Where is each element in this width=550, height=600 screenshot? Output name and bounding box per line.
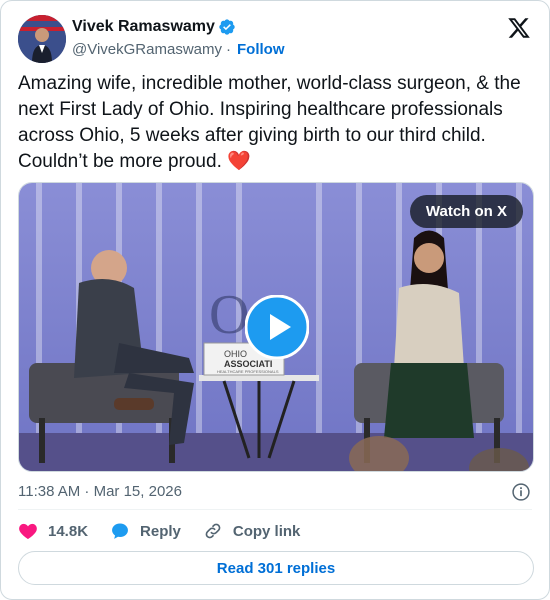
svg-text:O: O: [209, 284, 249, 346]
play-icon[interactable]: [245, 295, 309, 359]
author-name-row: Vivek Ramaswamy: [72, 17, 236, 37]
verified-badge-icon: [219, 19, 235, 35]
heart-emoji: ❤️: [227, 151, 251, 172]
divider: [18, 509, 532, 510]
banner-association: ASSOCIATI: [224, 359, 272, 369]
reply-label: Reply: [140, 522, 181, 540]
copy-link-label: Copy link: [232, 522, 301, 540]
copy-link-button[interactable]: Copy link: [203, 521, 301, 541]
link-icon: [205, 523, 221, 539]
reply-icon: [112, 523, 128, 539]
avatar[interactable]: [18, 15, 66, 63]
tweet-body: Amazing wife, incredible mother, world-c…: [18, 73, 521, 172]
like-button[interactable]: 14.8K: [18, 521, 88, 541]
info-icon[interactable]: [511, 482, 531, 502]
banner-ohio: OHIO: [224, 349, 247, 359]
tweet-card: Vivek Ramaswamy @VivekGRamaswamy · Follo…: [0, 0, 550, 600]
action-bar: 14.8K Reply Copy link: [18, 521, 322, 541]
video-media[interactable]: O P OHIO ASSOCIATI HEALTHCARE PROFESSION…: [18, 182, 534, 472]
reply-button[interactable]: Reply: [110, 521, 181, 541]
like-count: 14.8K: [48, 522, 89, 540]
author-handle-row: @VivekGRamaswamy · Follow: [72, 41, 285, 58]
heart-icon: [19, 523, 37, 539]
tweet-text: Amazing wife, incredible mother, world-c…: [18, 71, 538, 175]
separator: ·: [226, 41, 231, 58]
author-name[interactable]: Vivek Ramaswamy: [72, 17, 215, 37]
timestamp[interactable]: 11:38 AM · Mar 15, 2026: [18, 483, 182, 500]
x-logo-icon[interactable]: [507, 16, 531, 40]
follow-button[interactable]: Follow: [237, 41, 285, 58]
author-handle[interactable]: @VivekGRamaswamy: [72, 41, 222, 58]
banner-subtitle: HEALTHCARE PROFESSIONALS: [217, 369, 279, 374]
watch-on-x-button[interactable]: Watch on X: [409, 195, 523, 228]
read-replies-button[interactable]: Read 301 replies: [18, 551, 534, 585]
